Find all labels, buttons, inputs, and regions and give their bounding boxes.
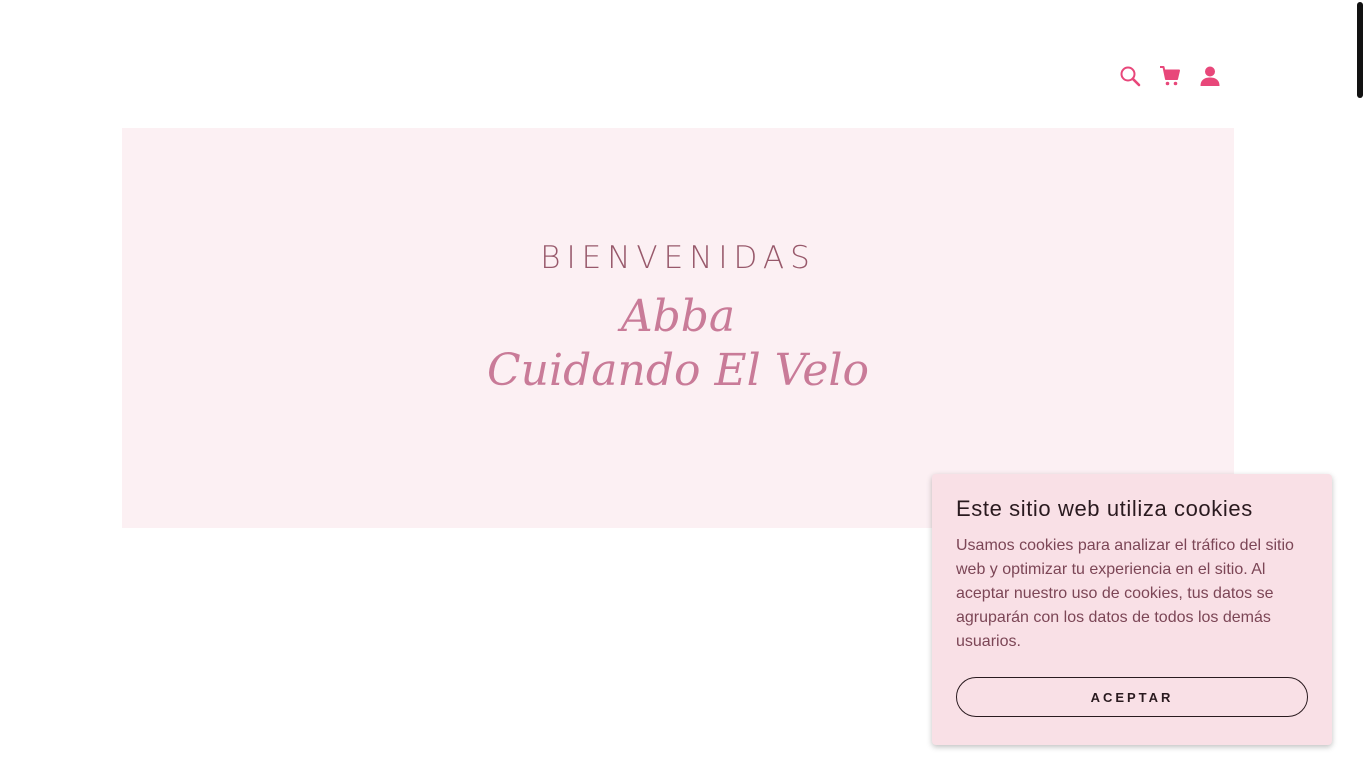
scrollbar-thumb[interactable] [1357,2,1363,98]
hero-eyebrow: BIENVENIDAS [540,240,816,276]
account-button[interactable] [1198,62,1222,90]
hero-title: Abba Cuidando El Velo [0,290,1356,398]
page: BIENVENIDAS Abba Cuidando El Velo Este s… [0,0,1366,768]
hero-title-line1: Abba [620,291,736,342]
cart-icon [1159,65,1181,87]
cookie-banner-title: Este sitio web utiliza cookies [956,496,1253,521]
hero-title-line2: Cuidando El Velo [487,345,869,396]
search-button[interactable] [1118,62,1142,90]
cart-button[interactable] [1158,62,1182,90]
cookie-banner: Este sitio web utiliza cookies Usamos co… [932,474,1332,745]
search-icon [1119,65,1141,87]
accept-cookies-button[interactable]: ACEPTAR [956,677,1308,717]
user-icon [1199,65,1221,87]
page-scrollbar[interactable] [1356,0,1366,768]
header-icons [1118,62,1222,90]
cookie-banner-text: Usamos cookies para analizar el tráfico … [956,537,1294,650]
